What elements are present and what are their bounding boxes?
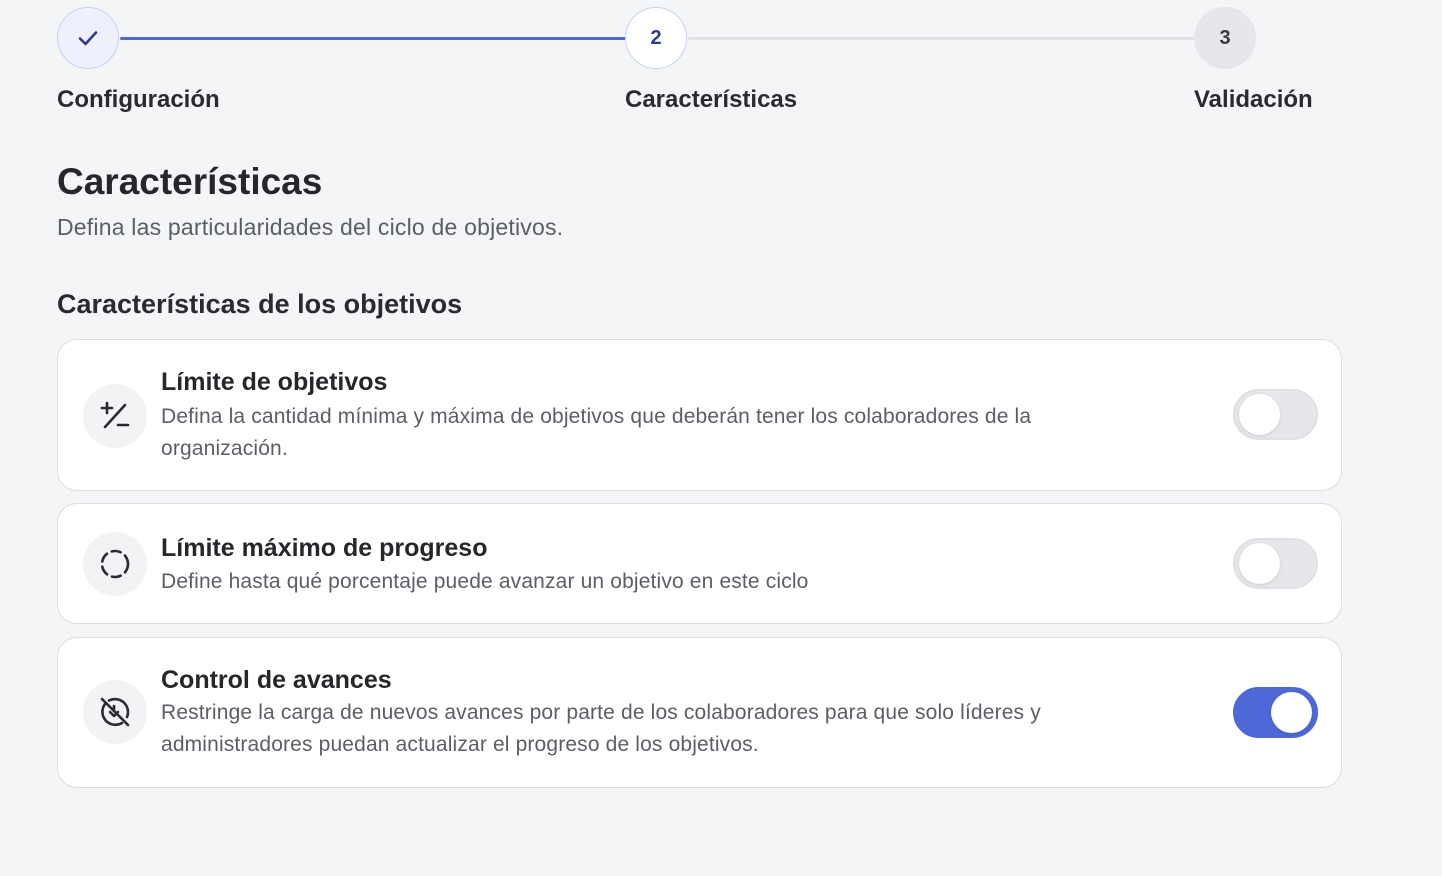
feature-title: Límite máximo de progreso [161,534,488,562]
stepper-line-pending [688,37,1196,40]
feature-title: Límite de objetivos [161,368,388,396]
feature-card-progress-control: Control de avances Restringe la carga de… [57,637,1342,788]
toggle-knob [1239,394,1280,435]
feature-title: Control de avances [161,666,392,694]
checkmark-icon [78,31,98,46]
feature-card-max-progress: Límite máximo de progreso Define hasta q… [57,503,1342,624]
step-2-circle[interactable]: 2 [625,7,687,69]
feature-description: Define hasta qué porcentaje puede avanza… [161,570,809,593]
stepper-line-completed [120,37,626,40]
step-3-circle[interactable]: 3 [1194,7,1256,69]
step-2-number: 2 [650,26,662,49]
dashed-circle-icon [83,532,147,596]
plus-slash-minus-icon [83,384,147,448]
step-3-number: 3 [1219,26,1231,49]
progress-off-icon [83,680,147,744]
max-progress-toggle[interactable] [1233,538,1318,589]
page-title: Características [57,161,323,202]
feature-description: Restringe la carga de nuevos avances por… [161,701,1041,756]
feature-card-objective-limit: Límite de objetivos Defina la cantidad m… [57,339,1342,491]
toggle-knob [1271,692,1312,733]
step-1-label[interactable]: Configuración [57,86,220,114]
section-title: Características de los objetivos [57,289,463,319]
feature-description: Defina la cantidad mínima y máxima de ob… [161,405,1032,460]
step-2-label[interactable]: Características [625,86,797,114]
progress-control-toggle[interactable] [1233,687,1318,738]
step-3-label[interactable]: Validación [1194,86,1313,114]
stepper: 2 3 Configuración Características Valida… [0,0,1442,130]
page-subtitle: Defina las particularidades del ciclo de… [57,214,564,240]
toggle-knob [1239,543,1280,584]
objective-limit-toggle[interactable] [1233,389,1318,440]
step-1-circle[interactable] [57,7,119,69]
